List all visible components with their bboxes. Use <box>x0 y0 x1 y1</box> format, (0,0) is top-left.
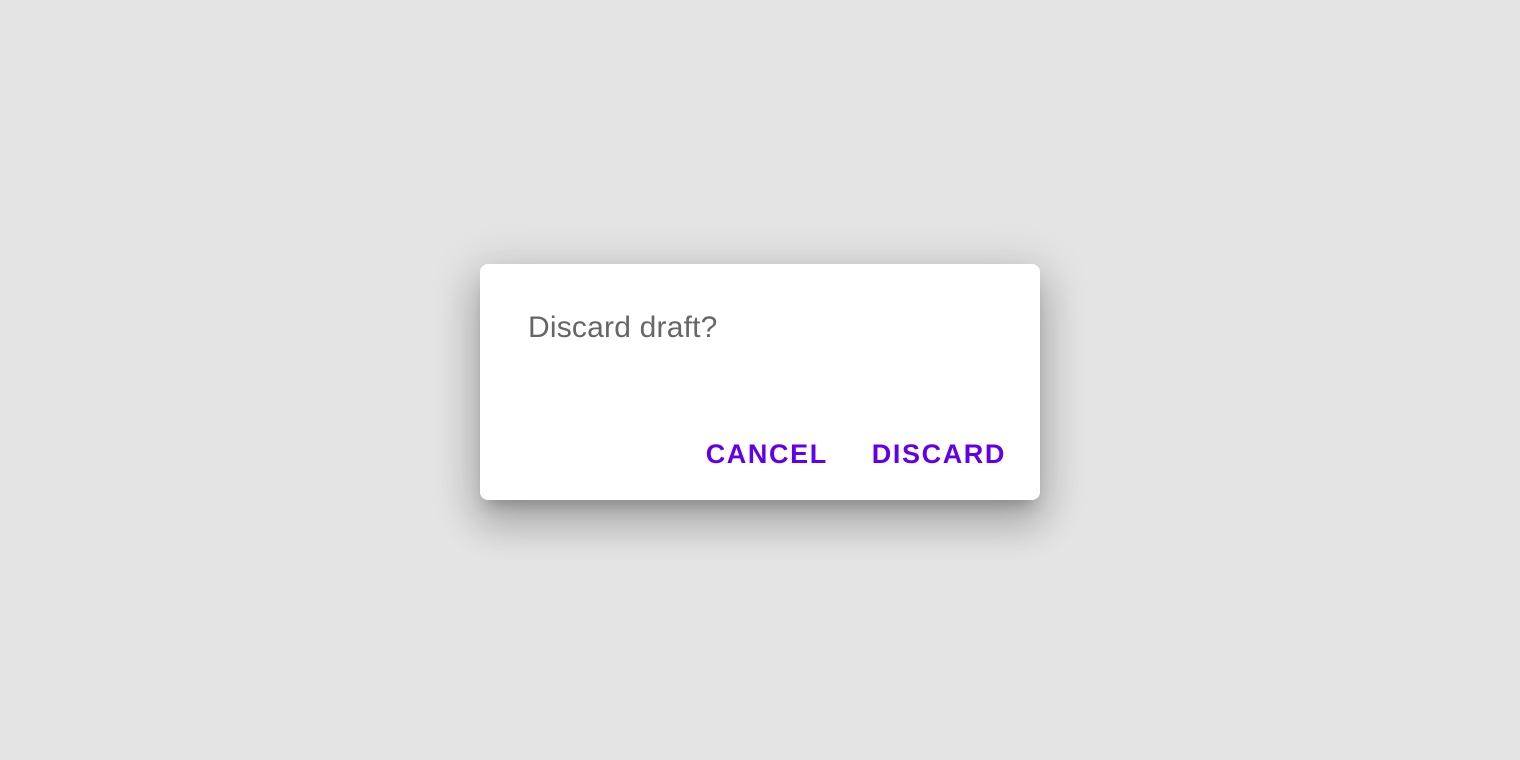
discard-draft-dialog: Discard draft? CANCEL DISCARD <box>480 264 1040 500</box>
cancel-button[interactable]: CANCEL <box>692 430 842 478</box>
dialog-message: Discard draft? <box>528 311 718 344</box>
dialog-actions: CANCEL DISCARD <box>692 430 1020 478</box>
discard-button[interactable]: DISCARD <box>858 430 1020 478</box>
